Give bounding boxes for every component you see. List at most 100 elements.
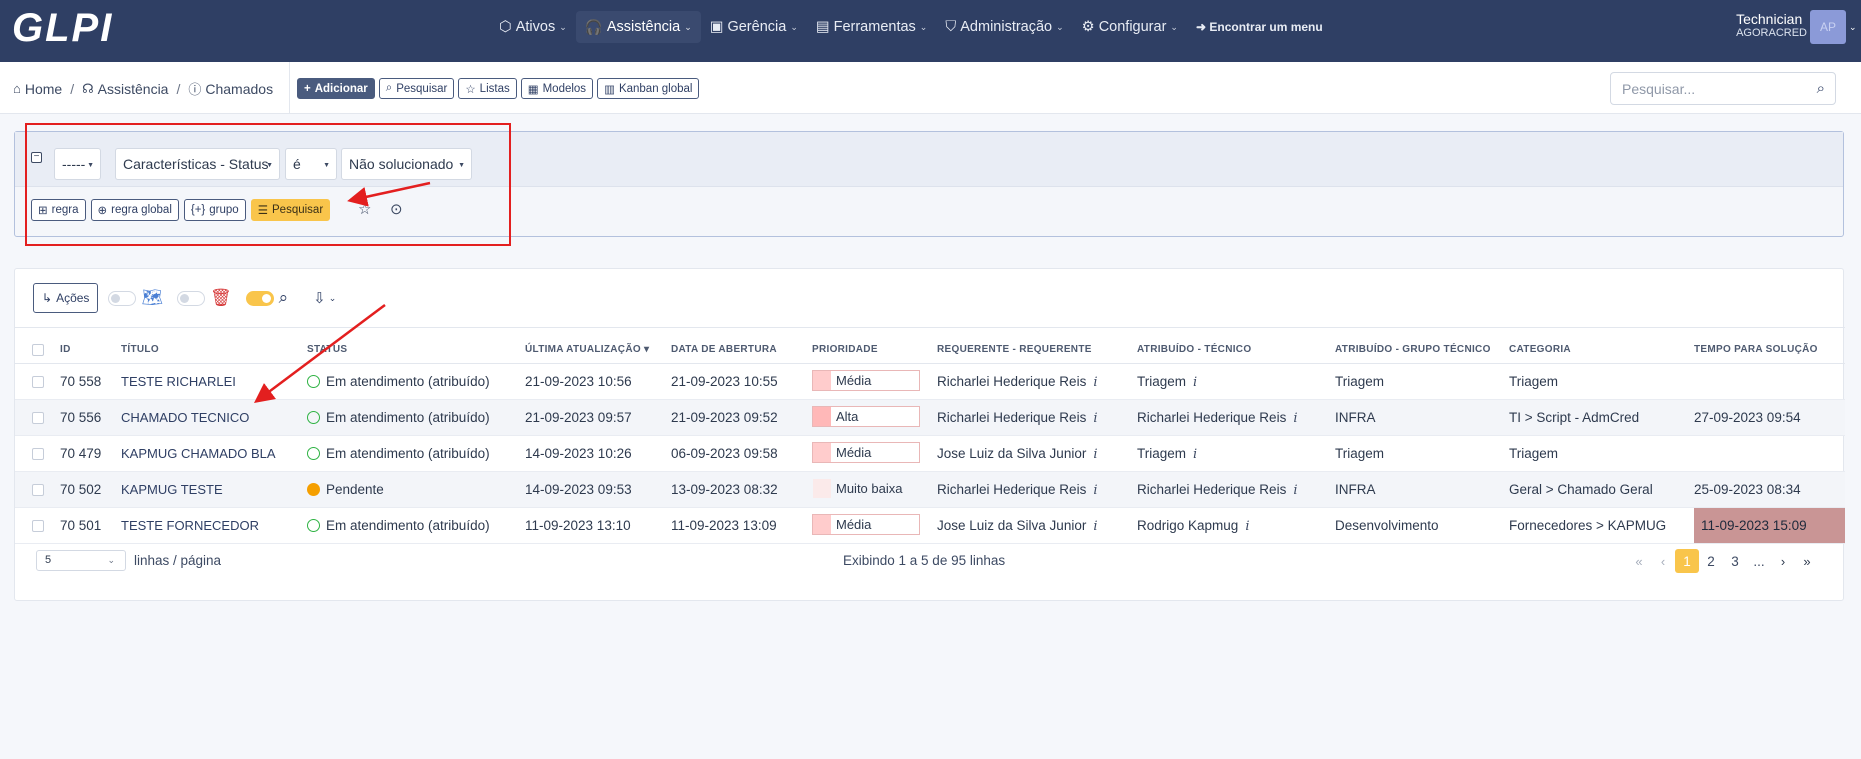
row-checkbox[interactable] — [32, 520, 44, 533]
info-icon[interactable]: i — [1093, 447, 1097, 462]
requester-name[interactable]: Richarlei Hederique Reis — [937, 410, 1086, 425]
ticket-title-link[interactable]: CHAMADO TECNICO — [121, 400, 307, 436]
first-page-icon[interactable]: « — [1627, 549, 1651, 573]
column-header[interactable]: TÍTULO — [121, 328, 307, 364]
info-icon[interactable]: i — [1093, 375, 1097, 390]
priority-badge: Média — [812, 370, 920, 391]
reset-search-icon[interactable]: ⊙ — [390, 200, 403, 218]
nav-item-assistencia[interactable]: 🎧 Assistência ⌄ — [575, 11, 701, 43]
page-link[interactable]: 1 — [1675, 549, 1699, 573]
table-row[interactable]: 70 479 KAPMUG CHAMADO BLA Em atendimento (… — [15, 436, 1845, 472]
save-search-star-icon[interactable]: ☆ — [358, 200, 371, 218]
add-group-button[interactable]: {+} grupo — [183, 199, 246, 221]
add-global-rule-button[interactable]: ⊕ regra global — [90, 199, 179, 221]
info-icon[interactable]: i — [1193, 375, 1197, 390]
nav-item-gerencia[interactable]: ▣ Gerência ⌄ — [701, 11, 807, 43]
export-icon[interactable]: ⇩ — [313, 289, 326, 307]
column-header[interactable]: CATEGORIA — [1509, 328, 1694, 364]
ticket-title-link[interactable]: KAPMUG CHAMADO BLA — [121, 436, 307, 472]
next-page-icon[interactable]: › — [1771, 549, 1795, 573]
page-link[interactable]: 3 — [1723, 549, 1747, 573]
criteria-operator-select[interactable]: é ▼ — [285, 148, 337, 180]
requester-name[interactable]: Jose Luiz da Silva Junior — [937, 446, 1086, 461]
search-criteria-toggle[interactable] — [245, 290, 274, 306]
info-icon[interactable]: i — [1293, 483, 1297, 498]
prev-page-icon[interactable]: ‹ — [1651, 549, 1675, 573]
collapse-criteria-icon[interactable]: − — [31, 152, 42, 163]
requester-name[interactable]: Richarlei Hederique Reis — [937, 374, 1086, 389]
ticket-id: 70 502 — [60, 482, 102, 497]
templates-button[interactable]: ▦ Modelos — [520, 78, 594, 99]
glpi-logo[interactable]: GLPI — [12, 6, 113, 51]
table-row[interactable]: 70 502 KAPMUG TESTE Pendente 14-09-2023 09:… — [15, 471, 1845, 508]
ticket-title-link[interactable]: KAPMUG TESTE — [121, 472, 307, 508]
chevron-down-icon[interactable]: ⌄ — [329, 293, 337, 304]
nav-item-ativos[interactable]: ⬡ Ativos ⌄ — [490, 11, 576, 43]
ticket-opened: 21-09-2023 10:55 — [671, 374, 778, 389]
search-button[interactable]: ⌕ Pesquisar — [378, 78, 455, 99]
chevron-down-icon[interactable]: ⌄ — [1849, 22, 1857, 33]
requester-name[interactable]: Jose Luiz da Silva Junior — [937, 518, 1086, 533]
add-button[interactable]: + Adicionar — [297, 78, 375, 99]
table-row[interactable]: 70 558 TESTE RICHARLEI Em atendimento (atr… — [15, 364, 1845, 400]
column-header[interactable]: ATRIBUÍDO - GRUPO TÉCNICO — [1335, 328, 1509, 364]
breadcrumb-chamados[interactable]: Chamados — [205, 81, 273, 97]
technician-name[interactable]: Triagem — [1137, 374, 1186, 389]
ticket-status: Em atendimento (atribuído) — [307, 436, 525, 472]
select-all-checkbox[interactable] — [32, 343, 44, 356]
ticket-title-link[interactable]: TESTE RICHARLEI — [121, 364, 307, 400]
criteria-value-select[interactable]: Não solucionado ▼ — [341, 148, 472, 180]
row-checkbox[interactable] — [32, 484, 44, 497]
column-header[interactable]: PRIORIDADE — [812, 328, 937, 364]
column-header[interactable]: ATRIBUÍDO - TÉCNICO — [1137, 328, 1335, 364]
ticket-id: 70 479 — [60, 446, 102, 461]
trash-view-toggle[interactable] — [177, 290, 206, 306]
lists-button[interactable]: ☆ Listas — [458, 78, 517, 99]
add-rule-button[interactable]: ⊞ regra — [31, 199, 86, 221]
mass-actions-button[interactable]: ↳ Ações — [33, 283, 99, 313]
table-row[interactable]: 70 556 CHAMADO TECNICO Em atendimento (atr… — [15, 399, 1845, 436]
ticket-updated: 21-09-2023 10:56 — [525, 374, 632, 389]
info-icon[interactable]: i — [1293, 411, 1297, 426]
breadcrumb-assistencia[interactable]: Assistência — [98, 81, 169, 97]
column-header[interactable]: ID — [60, 328, 121, 364]
requester-name[interactable]: Richarlei Hederique Reis — [937, 482, 1086, 497]
open-status-icon — [307, 411, 320, 424]
kanban-button[interactable]: ▥ Kanban global — [597, 78, 700, 99]
technician-name[interactable]: Richarlei Hederique Reis — [1137, 482, 1286, 497]
criteria-field-select[interactable]: Características - Status ▼ — [115, 148, 280, 180]
breadcrumb-home[interactable]: Home — [25, 81, 62, 97]
technician-name[interactable]: Triagem — [1137, 446, 1186, 461]
global-search-input[interactable]: Pesquisar... ⌕ — [1610, 72, 1836, 105]
row-checkbox[interactable] — [32, 412, 44, 425]
nav-item-configurar[interactable]: ⚙ Configurar ⌄ — [1073, 11, 1187, 43]
column-header[interactable]: STATUS — [307, 328, 525, 364]
technician-name[interactable]: Rodrigo Kapmug — [1137, 518, 1238, 533]
info-icon[interactable]: i — [1193, 447, 1197, 462]
info-icon[interactable]: i — [1093, 519, 1097, 534]
info-icon[interactable]: i — [1245, 519, 1249, 534]
info-icon[interactable]: i — [1093, 483, 1097, 498]
technician-name[interactable]: Richarlei Hederique Reis — [1137, 410, 1286, 425]
column-header-sorted[interactable]: ÚLTIMA ATUALIZAÇÃO ▾ — [525, 328, 671, 364]
rows-per-page-select[interactable]: 5 ⌄ — [36, 550, 126, 571]
find-menu-link[interactable]: ➜ Encontrar um menu — [1187, 11, 1332, 43]
avatar[interactable]: AP — [1810, 10, 1846, 44]
run-search-button[interactable]: ☰ Pesquisar — [250, 199, 331, 221]
home-icon: ⌂ — [13, 81, 21, 96]
last-page-icon[interactable]: » — [1795, 549, 1819, 573]
nav-item-administracao[interactable]: ⛉ Administração ⌄ — [936, 11, 1072, 43]
column-header[interactable]: DATA DE ABERTURA — [671, 328, 812, 364]
row-checkbox[interactable] — [32, 376, 44, 389]
criteria-link-select[interactable]: ----- ▼ — [54, 148, 101, 180]
row-checkbox[interactable] — [32, 448, 44, 461]
page-link[interactable]: 2 — [1699, 549, 1723, 573]
info-icon[interactable]: i — [1093, 411, 1097, 426]
map-view-toggle[interactable] — [108, 290, 137, 306]
column-header[interactable]: REQUERENTE - REQUERENTE — [937, 328, 1137, 364]
user-menu[interactable]: Technician AGORACRED — [1736, 11, 1807, 39]
search-icon[interactable]: ⌕ — [1817, 80, 1825, 97]
nav-item-ferramentas[interactable]: ▤ Ferramentas ⌄ — [807, 11, 936, 43]
column-header[interactable]: TEMPO PARA SOLUÇÃO — [1694, 328, 1845, 364]
plus-circle-icon: ⊕ — [97, 205, 108, 217]
